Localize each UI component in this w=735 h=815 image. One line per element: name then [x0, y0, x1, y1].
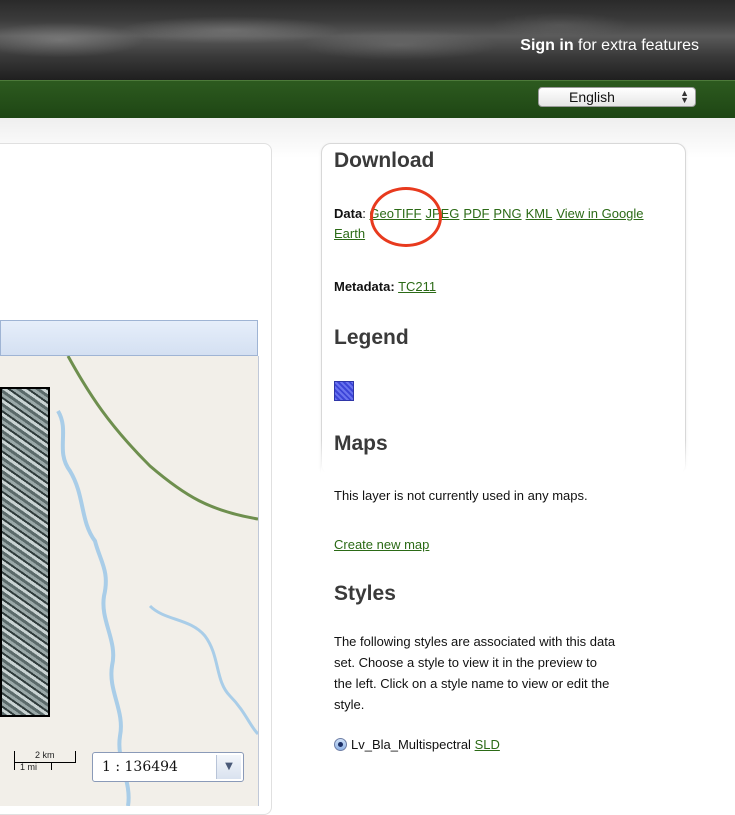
- create-new-map-link[interactable]: Create new map: [334, 537, 429, 552]
- sld-link[interactable]: SLD: [475, 737, 500, 752]
- styles-description-line: the left. Click on a style name to view …: [334, 676, 610, 691]
- kml-link[interactable]: KML: [526, 206, 553, 221]
- sign-in-suffix: for extra features: [573, 37, 699, 54]
- create-map-row: Create new map: [334, 535, 433, 555]
- style-radio-button[interactable]: [334, 738, 347, 751]
- styles-description-line: style.: [334, 697, 365, 712]
- map-features: [56, 356, 258, 806]
- scale-km-label: 2 km: [35, 750, 55, 760]
- scale-mi-label: 1 mi: [20, 762, 38, 772]
- png-link[interactable]: PNG: [493, 206, 521, 221]
- pdf-link[interactable]: PDF: [463, 206, 489, 221]
- river-line-east: [148, 604, 258, 736]
- chevron-down-icon[interactable]: ▼: [216, 755, 241, 779]
- styles-description-line: set. Choose a style to view it in the pr…: [334, 655, 598, 670]
- download-data-row: Data: GeoTIFF JPEG PDF PNG KML View in Google…: [334, 206, 644, 241]
- legend-swatch: [334, 381, 354, 401]
- styles-heading: Styles: [334, 582, 396, 605]
- style-option-row: Lv_Bla_Multispectral SLD: [351, 735, 504, 755]
- data-label: Data: [334, 206, 363, 221]
- site-header: Sign in for extra features: [0, 0, 735, 80]
- metadata-label: Metadata:: [334, 279, 395, 294]
- language-select[interactable]: English ▲ ▼: [538, 87, 696, 107]
- map-viewport[interactable]: [0, 356, 259, 806]
- styles-description: The following styles are associated with…: [334, 631, 694, 715]
- map-panel-header: [0, 320, 258, 356]
- download-heading: Download: [334, 149, 435, 172]
- language-select-value: English: [569, 89, 615, 105]
- info-panel: [321, 143, 686, 475]
- jpeg-link[interactable]: JPEG: [425, 206, 459, 221]
- geotiff-link[interactable]: GeoTIFF: [369, 206, 421, 221]
- sign-in-link[interactable]: Sign in: [520, 37, 573, 54]
- maps-heading: Maps: [334, 432, 388, 455]
- tc211-link[interactable]: TC211: [398, 279, 436, 294]
- sign-in-prompt: Sign in for extra features: [520, 37, 699, 55]
- scale-select-value: 1 : 136494: [102, 759, 178, 775]
- styles-description-line: The following styles are associated with…: [334, 634, 616, 649]
- select-arrows-icon: ▲ ▼: [680, 88, 689, 105]
- metadata-row: Metadata: TC211: [334, 277, 440, 297]
- road-line: [66, 356, 258, 521]
- legend-heading: Legend: [334, 326, 409, 349]
- maps-description: This layer is not currently used in any …: [334, 488, 588, 503]
- scale-select[interactable]: 1 : 136494 ▼: [92, 752, 244, 782]
- river-line: [56, 409, 131, 806]
- style-name-label[interactable]: Lv_Bla_Multispectral: [351, 737, 471, 752]
- scale-bar: 2 km 1 mi: [8, 750, 86, 773]
